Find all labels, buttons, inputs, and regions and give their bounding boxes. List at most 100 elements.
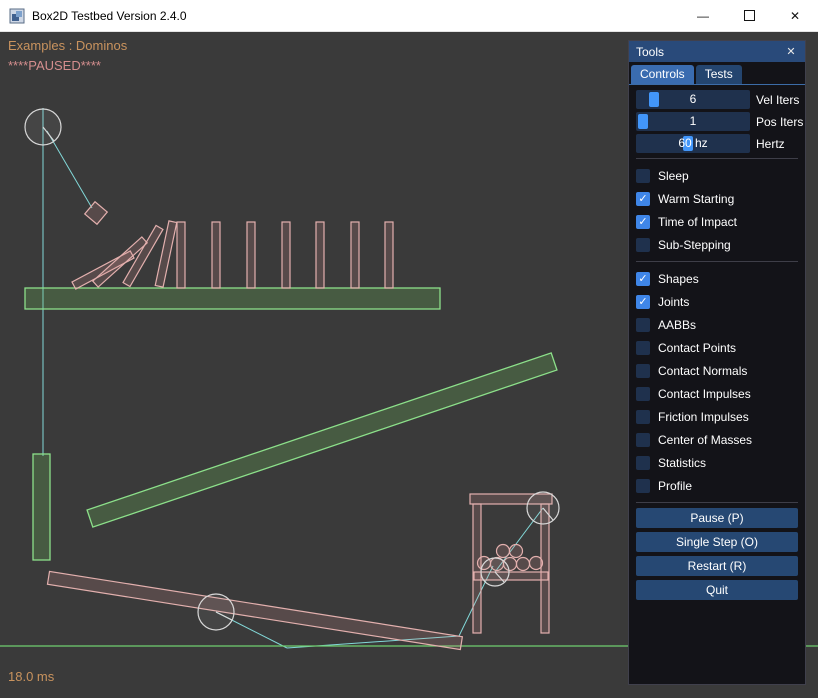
checkbox-label-contact-normals: Contact Normals	[658, 364, 747, 378]
tab-tests[interactable]: Tests	[696, 65, 742, 84]
checked-checkbox-icon[interactable]: ✓	[636, 192, 650, 206]
checkbox-label-contact-points: Contact Points	[658, 341, 736, 355]
vel-iters-label: Vel Iters	[756, 93, 799, 107]
checkbox-label-sub-stepping: Sub-Stepping	[658, 238, 731, 252]
checkbox-label-statistics: Statistics	[658, 456, 706, 470]
maximize-box	[744, 10, 755, 21]
checkbox-row-profile[interactable]: Profile	[636, 474, 798, 497]
checkbox-row-warm-starting[interactable]: ✓ Warm Starting	[636, 187, 798, 210]
checkbox-row-joints[interactable]: ✓ Joints	[636, 290, 798, 313]
unchecked-checkbox-icon[interactable]	[636, 318, 650, 332]
checkbox-label-sleep: Sleep	[658, 169, 689, 183]
hertz-label: Hertz	[756, 137, 785, 151]
tools-panel: Tools ✕ Controls Tests 6 Vel Iters 1 Pos…	[628, 40, 806, 685]
small-ball	[497, 545, 510, 558]
pos-iters-label: Pos Iters	[756, 115, 803, 129]
domino	[177, 222, 185, 288]
solver-options-group: Sleep ✓ Warm Starting ✓ Time of Impact Sub-St…	[636, 164, 798, 256]
pos-iters-value: 1	[636, 112, 750, 131]
minimize-icon[interactable]: —	[680, 0, 726, 32]
close-icon[interactable]: ✕	[772, 0, 818, 32]
checkbox-row-friction-impulses[interactable]: Friction Impulses	[636, 405, 798, 428]
unchecked-checkbox-icon[interactable]	[636, 479, 650, 493]
restart-button[interactable]: Restart (R)	[636, 556, 798, 576]
domino	[212, 222, 220, 288]
checked-checkbox-icon[interactable]: ✓	[636, 295, 650, 309]
tools-panel-titlebar[interactable]: Tools ✕	[629, 41, 805, 62]
checkbox-label-friction-impulses: Friction Impulses	[658, 410, 749, 424]
panel-close-icon[interactable]: ✕	[784, 45, 798, 58]
checkbox-label-center-of-masses: Center of Masses	[658, 433, 752, 447]
paused-status-label: ****PAUSED****	[8, 58, 101, 73]
action-buttons: Pause (P) Single Step (O) Restart (R) Qu…	[636, 508, 798, 600]
checked-checkbox-icon[interactable]: ✓	[636, 272, 650, 286]
window-title: Box2D Testbed Version 2.4.0	[32, 9, 187, 23]
unchecked-checkbox-icon[interactable]	[636, 456, 650, 470]
checkbox-label-joints: Joints	[658, 295, 689, 309]
domino	[385, 222, 393, 288]
window-titlebar[interactable]: Box2D Testbed Version 2.4.0 — ✕	[0, 0, 818, 32]
dynamic-bodies	[47, 202, 552, 650]
checkbox-row-sleep[interactable]: Sleep	[636, 164, 798, 187]
unchecked-checkbox-icon[interactable]	[636, 410, 650, 424]
pause-button[interactable]: Pause (P)	[636, 508, 798, 528]
maximize-icon[interactable]	[726, 0, 772, 32]
domino	[351, 222, 359, 288]
checkbox-label-aabbs: AABBs	[658, 318, 696, 332]
domino	[316, 222, 324, 288]
seesaw-plank	[47, 571, 462, 649]
checkbox-row-contact-normals[interactable]: Contact Normals	[636, 359, 798, 382]
draw-options-group: ✓ Shapes ✓ Joints AABBs Contact Points Contact…	[636, 267, 798, 497]
vel-iters-row: 6 Vel Iters	[636, 90, 798, 109]
checked-checkbox-icon[interactable]: ✓	[636, 215, 650, 229]
separator	[636, 158, 798, 159]
unchecked-checkbox-icon[interactable]	[636, 387, 650, 401]
unchecked-checkbox-icon[interactable]	[636, 364, 650, 378]
checkbox-label-warm-starting: Warm Starting	[658, 192, 734, 206]
frame-time-label: 18.0 ms	[8, 669, 54, 684]
small-ball	[530, 557, 543, 570]
app-icon	[9, 8, 25, 24]
checkbox-label-time-of-impact: Time of Impact	[658, 215, 737, 229]
separator	[636, 502, 798, 503]
checkbox-label-shapes: Shapes	[658, 272, 699, 286]
checkbox-row-sub-stepping[interactable]: Sub-Stepping	[636, 233, 798, 256]
tab-controls[interactable]: Controls	[631, 65, 694, 84]
window-controls: — ✕	[680, 0, 818, 32]
tools-panel-title: Tools	[636, 45, 664, 59]
box2d-testbed-window: { "window": { "title": "Box2D Testbed Ve…	[0, 0, 818, 698]
checkbox-row-center-of-masses[interactable]: Center of Masses	[636, 428, 798, 451]
quit-button[interactable]: Quit	[636, 580, 798, 600]
small-ball	[517, 558, 530, 571]
single-step-button[interactable]: Single Step (O)	[636, 532, 798, 552]
domino	[247, 222, 255, 288]
vertical-post	[33, 454, 50, 560]
domino-shelf	[25, 288, 440, 309]
checkbox-row-shapes[interactable]: ✓ Shapes	[636, 267, 798, 290]
small-ball	[510, 545, 523, 558]
domino	[282, 222, 290, 288]
vel-iters-value: 6	[636, 90, 750, 109]
unchecked-checkbox-icon[interactable]	[636, 169, 650, 183]
checkbox-row-contact-impulses[interactable]: Contact Impulses	[636, 382, 798, 405]
pendulum-box	[85, 202, 108, 225]
checkbox-label-profile: Profile	[658, 479, 692, 493]
checkbox-row-statistics[interactable]: Statistics	[636, 451, 798, 474]
checkbox-row-time-of-impact[interactable]: ✓ Time of Impact	[636, 210, 798, 233]
checkbox-row-aabbs[interactable]: AABBs	[636, 313, 798, 336]
tab-bar: Controls Tests	[629, 62, 805, 85]
hertz-slider[interactable]: 60 hz	[636, 134, 750, 153]
joint-lines	[43, 108, 543, 648]
checkbox-row-contact-points[interactable]: Contact Points	[636, 336, 798, 359]
unchecked-checkbox-icon[interactable]	[636, 238, 650, 252]
example-title-label: Examples : Dominos	[8, 38, 127, 53]
unchecked-checkbox-icon[interactable]	[636, 433, 650, 447]
hertz-value: 60 hz	[636, 134, 750, 153]
checkbox-label-contact-impulses: Contact Impulses	[658, 387, 751, 401]
vel-iters-slider[interactable]: 6	[636, 90, 750, 109]
unchecked-checkbox-icon[interactable]	[636, 341, 650, 355]
hertz-row: 60 hz Hertz	[636, 134, 798, 153]
separator	[636, 261, 798, 262]
pos-iters-slider[interactable]: 1	[636, 112, 750, 131]
pos-iters-row: 1 Pos Iters	[636, 112, 798, 131]
